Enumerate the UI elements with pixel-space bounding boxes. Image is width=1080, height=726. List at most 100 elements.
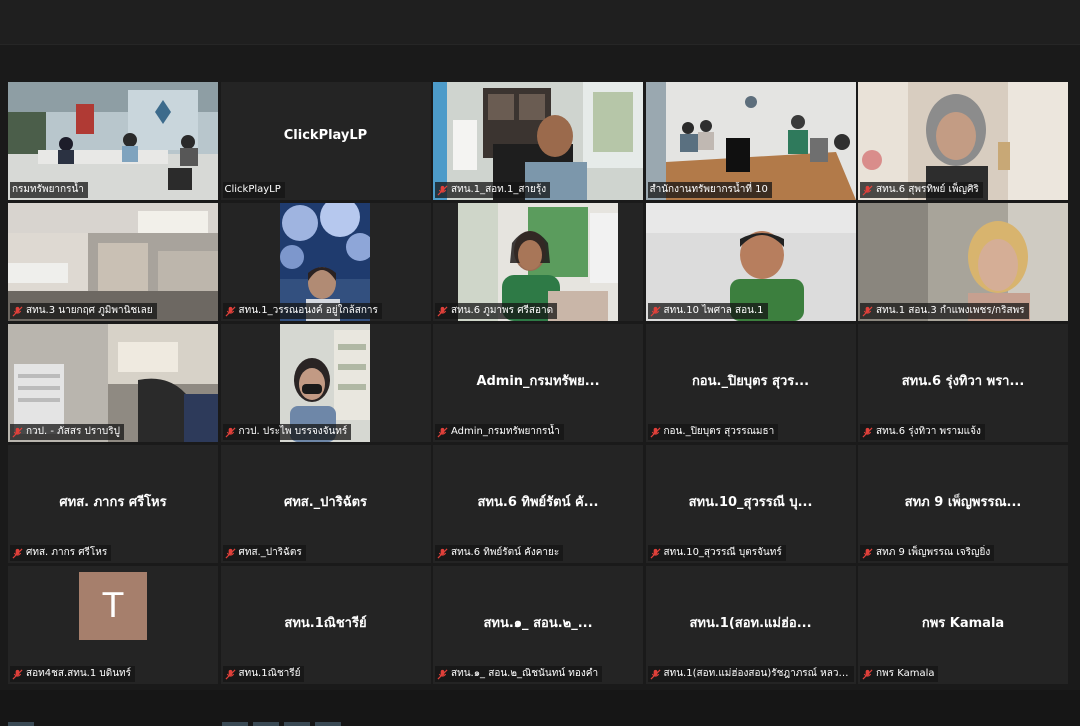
- participant-tile[interactable]: ศทส. ภากร ศรีโหร ศทส. ภากร ศรีโหร: [8, 445, 218, 563]
- mic-muted-icon: [437, 305, 448, 317]
- participant-name-label: สำนักงานทรัพยากรน้ำที่ 10: [647, 182, 772, 198]
- participant-name-label: สทน.6 สุพรทิพย์ เพ็ญศิริ: [860, 182, 983, 198]
- participant-name-label: ClickPlayLP: [222, 182, 285, 198]
- participant-name-label: ศทส. ภากร ศรีโหร: [10, 545, 112, 561]
- participant-tile[interactable]: สทภ 9 เพ็ญพรรณ... สทภ 9 เพ็ญพรรณ เจริญยิ…: [858, 445, 1068, 563]
- participant-name: กวป. ประไพ บรรจงจันทร์: [238, 426, 348, 437]
- participant-tile[interactable]: กวป. ประไพ บรรจงจันทร์: [220, 324, 431, 442]
- mic-muted-icon: [12, 426, 23, 438]
- participant-name: Admin_กรมทรัพยากรน้ำ: [451, 426, 560, 437]
- participant-name: สทน.1_สอท.1_สายรุ้ง: [451, 184, 547, 195]
- participant-name: สทน.6 รุ่งทิวา พรามแจ้ง: [876, 426, 981, 437]
- participant-tile[interactable]: สทน.10_สุวรรณี บุ... สทน.10_สุวรรณี บุตร…: [645, 445, 856, 563]
- mic-muted-icon: [12, 668, 23, 680]
- participant-tile[interactable]: สทน.1 สอน.3 กำแพงเพชร/กริสพร: [858, 203, 1068, 321]
- mic-muted-icon: [12, 305, 23, 317]
- participant-display-name: สทภ 9 เพ็ญพรรณ...: [904, 495, 1022, 510]
- participant-name: กรมทรัพยากรน้ำ: [12, 184, 84, 195]
- participant-display-name: สทน.6 รุ่งทิวา พรา...: [901, 374, 1025, 389]
- page-indicator[interactable]: [8, 722, 34, 726]
- participant-tile[interactable]: กวป. - ภัสสร ปราบริปู: [8, 324, 218, 442]
- top-toolbar: [0, 0, 1080, 45]
- participant-tile[interactable]: ClickPlayLP ClickPlayLP: [220, 82, 431, 200]
- participant-display-name: กพร Kamala: [921, 616, 1005, 631]
- mic-muted-icon: [649, 305, 661, 317]
- mic-muted-icon: [649, 668, 661, 680]
- participant-name: สทน.6 สุพรทิพย์ เพ็ญศิริ: [876, 184, 979, 195]
- participant-name-label: สทน.1ณิชารีย์: [222, 666, 305, 682]
- participant-name: สทน.1_วรรณอนงค์ อยู่ใกล้สการ: [238, 305, 378, 316]
- page-indicator[interactable]: [222, 722, 248, 726]
- participant-name-label: กรมทรัพยากรน้ำ: [10, 182, 88, 198]
- participant-tile[interactable]: สทน.๑_ สอน.๒_... สทน.๑_ สอน.๒_ณิชนันทน์ …: [433, 566, 643, 684]
- participant-name: สทน.10_สุวรรณี บุตรจันทร์: [663, 547, 782, 558]
- participant-name-label: ศทส._ปาริฉัตร: [222, 545, 306, 561]
- participant-name: สทน.1(สอท.แม่ฮ่องสอน)รัชฎาภรณ์ หลวง...: [663, 668, 850, 679]
- mic-muted-icon: [649, 426, 661, 438]
- participant-tile[interactable]: Admin_กรมทรัพย... Admin_กรมทรัพยากรน้ำ: [433, 324, 643, 442]
- mic-muted-icon: [862, 305, 873, 317]
- participant-tile[interactable]: สทน.6 ภูมาพร ศรีสอาด: [433, 203, 643, 321]
- mic-muted-icon: [224, 305, 236, 317]
- participant-tile[interactable]: สทน.1_สอท.1_สายรุ้ง: [433, 82, 643, 200]
- participant-name-label: Admin_กรมทรัพยากรน้ำ: [435, 424, 564, 440]
- participant-display-name: ศทส. ภากร ศรีโหร: [59, 495, 167, 510]
- participant-name: สทน.10 ไพศาล สอน.1: [663, 305, 764, 316]
- participant-display-name: สทน.1(สอท.แม่ฮ่อ...: [689, 616, 812, 631]
- participant-tile[interactable]: สทน.1(สอท.แม่ฮ่อ... สทน.1(สอท.แม่ฮ่องสอน…: [645, 566, 856, 684]
- participant-name-label: สทน.6 รุ่งทิวา พรามแจ้ง: [860, 424, 985, 440]
- participant-tile[interactable]: T สอท4ชส.สทน.1 บดินทร์: [8, 566, 218, 684]
- mic-muted-icon: [862, 184, 873, 196]
- participant-tile[interactable]: สทน.6 รุ่งทิวา พรา... สทน.6 รุ่งทิวา พรา…: [858, 324, 1068, 442]
- participant-name: สำนักงานทรัพยากรน้ำที่ 10: [649, 184, 768, 195]
- participant-name-label: สทน.1_วรรณอนงค์ อยู่ใกล้สการ: [222, 303, 382, 319]
- participant-name-label: สทน.1 สอน.3 กำแพงเพชร/กริสพร: [860, 303, 1029, 319]
- participant-display-name: ClickPlayLP: [283, 128, 368, 143]
- avatar: T: [79, 572, 147, 640]
- participant-tile[interactable]: กรมทรัพยากรน้ำ: [8, 82, 218, 200]
- participant-name-label: สทน.10 ไพศาล สอน.1: [647, 303, 768, 319]
- participant-tile[interactable]: สทน.6 สุพรทิพย์ เพ็ญศิริ: [858, 82, 1068, 200]
- participant-name: ศทส. ภากร ศรีโหร: [26, 547, 108, 558]
- mic-muted-icon: [437, 426, 448, 438]
- participant-tile[interactable]: สทน.1_วรรณอนงค์ อยู่ใกล้สการ: [220, 203, 431, 321]
- participant-name-label: สทน.1(สอท.แม่ฮ่องสอน)รัชฎาภรณ์ หลวง...: [647, 666, 854, 682]
- participant-display-name: กอน._ปิยบุตร สุวร...: [691, 374, 810, 389]
- participant-display-name: ศทส._ปาริฉัตร: [283, 495, 367, 510]
- participant-tile[interactable]: สทน.10 ไพศาล สอน.1: [645, 203, 856, 321]
- participant-name: กอน._ปิยบุตร สุวรรณมธา: [663, 426, 775, 437]
- participant-display-name: สทน.6 ทิพย์รัตน์ คั...: [477, 495, 599, 510]
- participant-tile[interactable]: กอน._ปิยบุตร สุวร... กอน._ปิยบุตร สุวรรณ…: [645, 324, 856, 442]
- participant-name: สทน.๑_ สอน.๒_ณิชนันทน์ ทองคำ: [451, 668, 599, 679]
- participant-name-label: สทน.3 นายกฤศ ภูมิพานิชเลย: [10, 303, 157, 319]
- mic-muted-icon: [649, 547, 661, 559]
- mic-muted-icon: [224, 426, 236, 438]
- mic-muted-icon: [862, 668, 873, 680]
- participant-name-label: กอน._ปิยบุตร สุวรรณมธา: [647, 424, 779, 440]
- participant-display-name: สทน.1ณิชารีย์: [284, 616, 367, 631]
- participant-name: สทน.3 นายกฤศ ภูมิพานิชเลย: [26, 305, 153, 316]
- mic-muted-icon: [862, 547, 873, 559]
- participant-name-label: กวป. - ภัสสร ปราบริปู: [10, 424, 124, 440]
- participant-name: กวป. - ภัสสร ปราบริปู: [26, 426, 120, 437]
- participant-name-label: สทน.10_สุวรรณี บุตรจันทร์: [647, 545, 786, 561]
- participant-name: ศทส._ปาริฉัตร: [238, 547, 302, 558]
- participant-display-name: สทน.๑_ สอน.๒_...: [483, 616, 593, 631]
- mic-muted-icon: [12, 547, 23, 559]
- participant-name-label: สทภ 9 เพ็ญพรรณ เจริญยิ่ง: [860, 545, 995, 561]
- participant-tile[interactable]: ศทส._ปาริฉัตร ศทส._ปาริฉัตร: [220, 445, 431, 563]
- bottom-toolbar: [0, 690, 1080, 726]
- participant-display-name: สทน.10_สุวรรณี บุ...: [688, 495, 813, 510]
- mic-muted-icon: [437, 184, 448, 196]
- participant-name: สทน.1 สอน.3 กำแพงเพชร/กริสพร: [876, 305, 1025, 316]
- participant-tile[interactable]: สำนักงานทรัพยากรน้ำที่ 10: [645, 82, 856, 200]
- page-indicator[interactable]: [284, 722, 310, 726]
- page-indicator[interactable]: [315, 722, 341, 726]
- participant-tile[interactable]: สทน.3 นายกฤศ ภูมิพานิชเลย: [8, 203, 218, 321]
- video-grid: กรมทรัพยากรน้ำ ClickPlayLP ClickPlayLP ส…: [8, 82, 1068, 686]
- participant-name: สทน.1ณิชารีย์: [238, 668, 301, 679]
- participant-tile[interactable]: กพร Kamala กพร Kamala: [858, 566, 1068, 684]
- participant-tile[interactable]: สทน.1ณิชารีย์ สทน.1ณิชารีย์: [220, 566, 431, 684]
- page-indicator[interactable]: [253, 722, 279, 726]
- participant-tile[interactable]: สทน.6 ทิพย์รัตน์ คั... สทน.6 ทิพย์รัตน์ …: [433, 445, 643, 563]
